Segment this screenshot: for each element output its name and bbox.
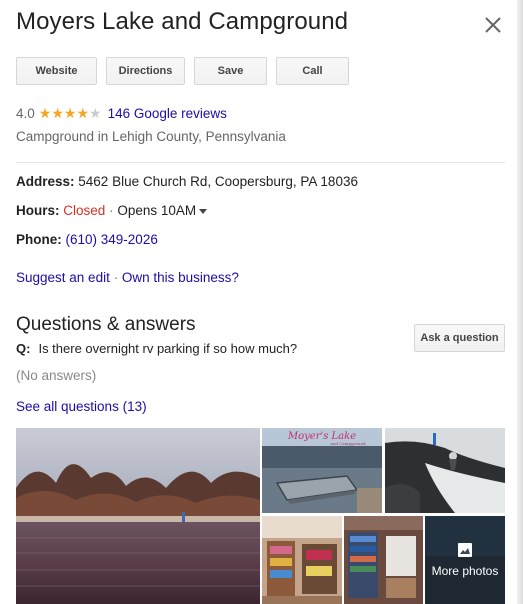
qa-heading: Questions & answers	[16, 314, 196, 335]
place-category: Campground in Lehigh County, Pennsylvani…	[16, 129, 286, 144]
address-value[interactable]: 5462 Blue Church Rd, Coopersburg, PA 180…	[78, 174, 358, 189]
snow-photo-image	[385, 428, 505, 513]
address-row: Address: 5462 Blue Church Rd, Coopersbur…	[16, 174, 358, 189]
star-icon: ★	[51, 105, 64, 121]
directions-button[interactable]: Directions	[106, 57, 185, 85]
window-edge	[517, 0, 523, 604]
shop-shelves-photo[interactable]	[344, 516, 423, 604]
place-panel: Moyers Lake and Campground Website Direc…	[0, 0, 523, 604]
store-photo-image	[262, 516, 342, 604]
lake-photo[interactable]	[16, 428, 260, 604]
rating-row: 4.0 ★ ★ ★ ★ ★ 146 Google reviews	[16, 104, 227, 122]
no-answers-text: (No answers)	[16, 368, 97, 383]
photo-gallery: Moyer's Lake and Campground More photos	[16, 428, 505, 604]
save-button[interactable]: Save	[194, 57, 267, 85]
lake-photo-image	[16, 428, 260, 604]
more-photos-overlay: More photos	[425, 516, 505, 604]
call-button[interactable]: Call	[276, 57, 349, 85]
question-prefix: Q:	[16, 341, 31, 356]
phone-row: Phone: (610) 349-2026	[16, 232, 158, 247]
more-photos-tile[interactable]: More photos	[425, 516, 505, 604]
star-rating: ★ ★ ★ ★ ★	[39, 106, 102, 120]
campground-sign-photo[interactable]: Moyer's Lake and Campground	[262, 428, 382, 513]
hours-separator: ·	[109, 203, 114, 218]
question-text: Is there overnight rv parking if so how …	[38, 341, 298, 356]
snow-lake-photo[interactable]	[385, 428, 505, 513]
phone-label: Phone:	[16, 232, 62, 247]
address-label: Address:	[16, 174, 75, 189]
edit-links-separator: ·	[113, 270, 119, 285]
hours-label: Hours:	[16, 203, 60, 218]
sign-subtext: and Campground	[330, 441, 366, 446]
star-icon: ★	[89, 105, 102, 121]
phone-link[interactable]: (610) 349-2026	[66, 232, 158, 247]
ask-question-button[interactable]: Ask a question	[414, 324, 505, 352]
place-title: Moyers Lake and Campground	[16, 8, 349, 35]
chevron-down-icon[interactable]	[199, 208, 208, 214]
star-icon: ★	[38, 105, 52, 121]
boat-photo-image: Moyer's Lake and Campground	[262, 428, 382, 513]
photo-library-icon	[458, 543, 472, 557]
star-icon: ★	[63, 105, 77, 121]
divider	[16, 162, 505, 163]
edit-links: Suggest an edit · Own this business?	[16, 270, 239, 285]
see-all-questions-link[interactable]: See all questions (13)	[16, 399, 147, 414]
hours-next-open[interactable]: Opens 10AM	[117, 203, 196, 218]
question-item[interactable]: Q: Is there overnight rv parking if so ho…	[16, 341, 297, 356]
hours-row: Hours: Closed · Opens 10AM	[16, 203, 208, 218]
hours-status: Closed	[63, 203, 106, 218]
website-button[interactable]: Website	[16, 57, 97, 85]
reviews-link[interactable]: 146 Google reviews	[108, 106, 227, 121]
shelves-photo-image	[344, 516, 423, 604]
rating-value: 4.0	[16, 105, 35, 121]
more-photos-label: More photos	[431, 564, 499, 578]
store-interior-photo[interactable]	[262, 516, 342, 604]
star-icon: ★	[76, 105, 90, 121]
suggest-edit-link[interactable]: Suggest an edit	[16, 270, 110, 285]
close-icon[interactable]	[482, 14, 504, 36]
own-business-link[interactable]: Own this business?	[122, 270, 239, 285]
